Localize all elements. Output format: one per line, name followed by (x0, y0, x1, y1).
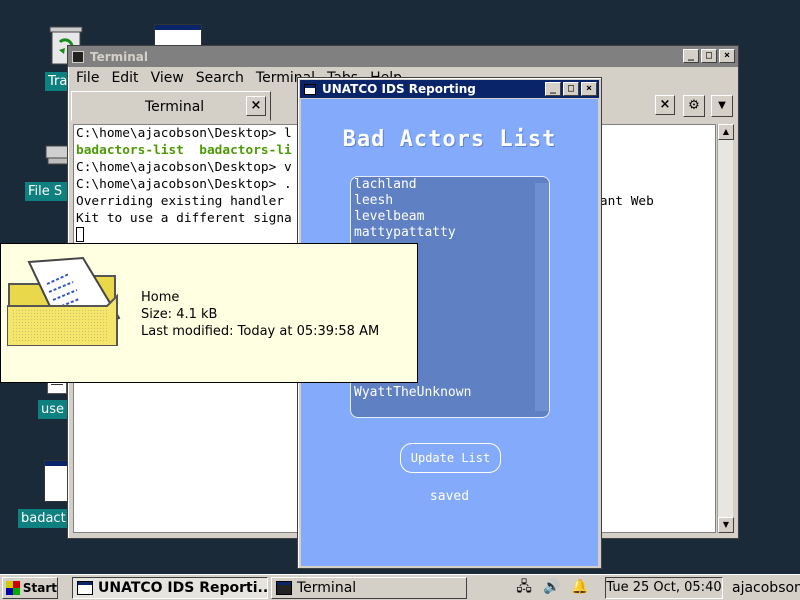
chevron-down-icon[interactable]: ▼ (711, 95, 733, 117)
current-user[interactable]: ajacobson (732, 580, 800, 596)
list-scrollbar[interactable] (535, 183, 549, 411)
taskbar-item-unatco[interactable]: UNATCO IDS Reporti... (72, 577, 268, 599)
update-list-button[interactable]: Update List (400, 443, 501, 473)
terminal-icon (276, 581, 292, 595)
tooltip-modified: Last modified: Today at 05:39:58 AM (141, 324, 380, 339)
tooltip-name: Home (141, 290, 180, 305)
window-icon[interactable] (154, 24, 202, 46)
tab-terminal[interactable]: Terminal × (71, 91, 271, 121)
terminal-scrollbar[interactable]: ▲ ▼ (717, 124, 734, 533)
tab-label: Terminal (145, 99, 205, 115)
window-icon (304, 83, 316, 95)
home-tooltip: Home Size: 4.1 kB Last modified: Today a… (0, 243, 418, 383)
list-item[interactable]: WyattTheUnknown (351, 385, 549, 401)
desktop-icon-badactors-label[interactable]: badact (18, 509, 68, 528)
terminal-title: Terminal (90, 49, 149, 64)
desktop-icon-user-label[interactable]: use (38, 400, 68, 419)
start-button[interactable]: Start (2, 577, 58, 599)
taskbar-clock[interactable]: Tue 25 Oct, 05:40 (605, 577, 723, 599)
taskbar-item-label: Terminal (297, 580, 357, 596)
minimize-button[interactable]: _ (545, 82, 561, 96)
close-button[interactable]: × (581, 82, 597, 96)
taskbar-item-terminal[interactable]: Terminal (271, 577, 467, 599)
list-item[interactable]: lachland (351, 177, 549, 193)
file-icon[interactable] (44, 460, 68, 502)
taskbar: Start UNATCO IDS Reporti... Terminal 🖧 🔊… (0, 574, 800, 600)
menu-file[interactable]: File (76, 70, 99, 86)
tooltip-size: Size: 4.1 kB (141, 307, 218, 322)
start-logo-icon (6, 581, 20, 595)
scroll-up-icon[interactable]: ▲ (718, 124, 734, 140)
list-item[interactable]: leesh (351, 193, 549, 209)
menu-search[interactable]: Search (196, 70, 244, 86)
system-tray: 🖧 🔊 🔔 (515, 578, 589, 596)
minimize-button[interactable]: _ (683, 49, 699, 63)
menu-edit[interactable]: Edit (111, 70, 138, 86)
scroll-down-icon[interactable]: ▼ (718, 517, 734, 533)
list-item[interactable]: mattypattatty (351, 225, 549, 241)
list-item[interactable]: levelbeam (351, 209, 549, 225)
window-icon (77, 581, 93, 595)
terminal-cursor (76, 227, 84, 242)
network-icon[interactable]: 🖧 (515, 578, 533, 596)
desktop-icon-trash-label[interactable]: Tra (45, 72, 67, 91)
maximize-button[interactable]: □ (701, 49, 717, 63)
toolbar-icon[interactable]: ⚙ (683, 95, 705, 117)
notification-bell-icon[interactable]: 🔔 (571, 578, 589, 596)
terminal-icon (72, 50, 84, 63)
status-text: saved (429, 489, 470, 504)
unatco-title: UNATCO IDS Reporting (322, 82, 476, 96)
start-label: Start (22, 581, 57, 595)
desktop-icon-filesystem-label[interactable]: File S (25, 182, 68, 201)
terminal-titlebar[interactable]: Terminal (68, 46, 738, 67)
maximize-button[interactable]: □ (563, 82, 579, 96)
tab-close-icon[interactable]: × (655, 95, 675, 115)
tab-close-icon[interactable]: × (246, 96, 266, 116)
bad-actors-heading: Bad Actors List (342, 127, 557, 152)
volume-icon[interactable]: 🔊 (543, 578, 561, 596)
folder-icon (7, 256, 121, 346)
taskbar-item-label: UNATCO IDS Reporti... (98, 580, 268, 596)
menu-view[interactable]: View (151, 70, 184, 86)
close-button[interactable]: × (719, 49, 735, 63)
